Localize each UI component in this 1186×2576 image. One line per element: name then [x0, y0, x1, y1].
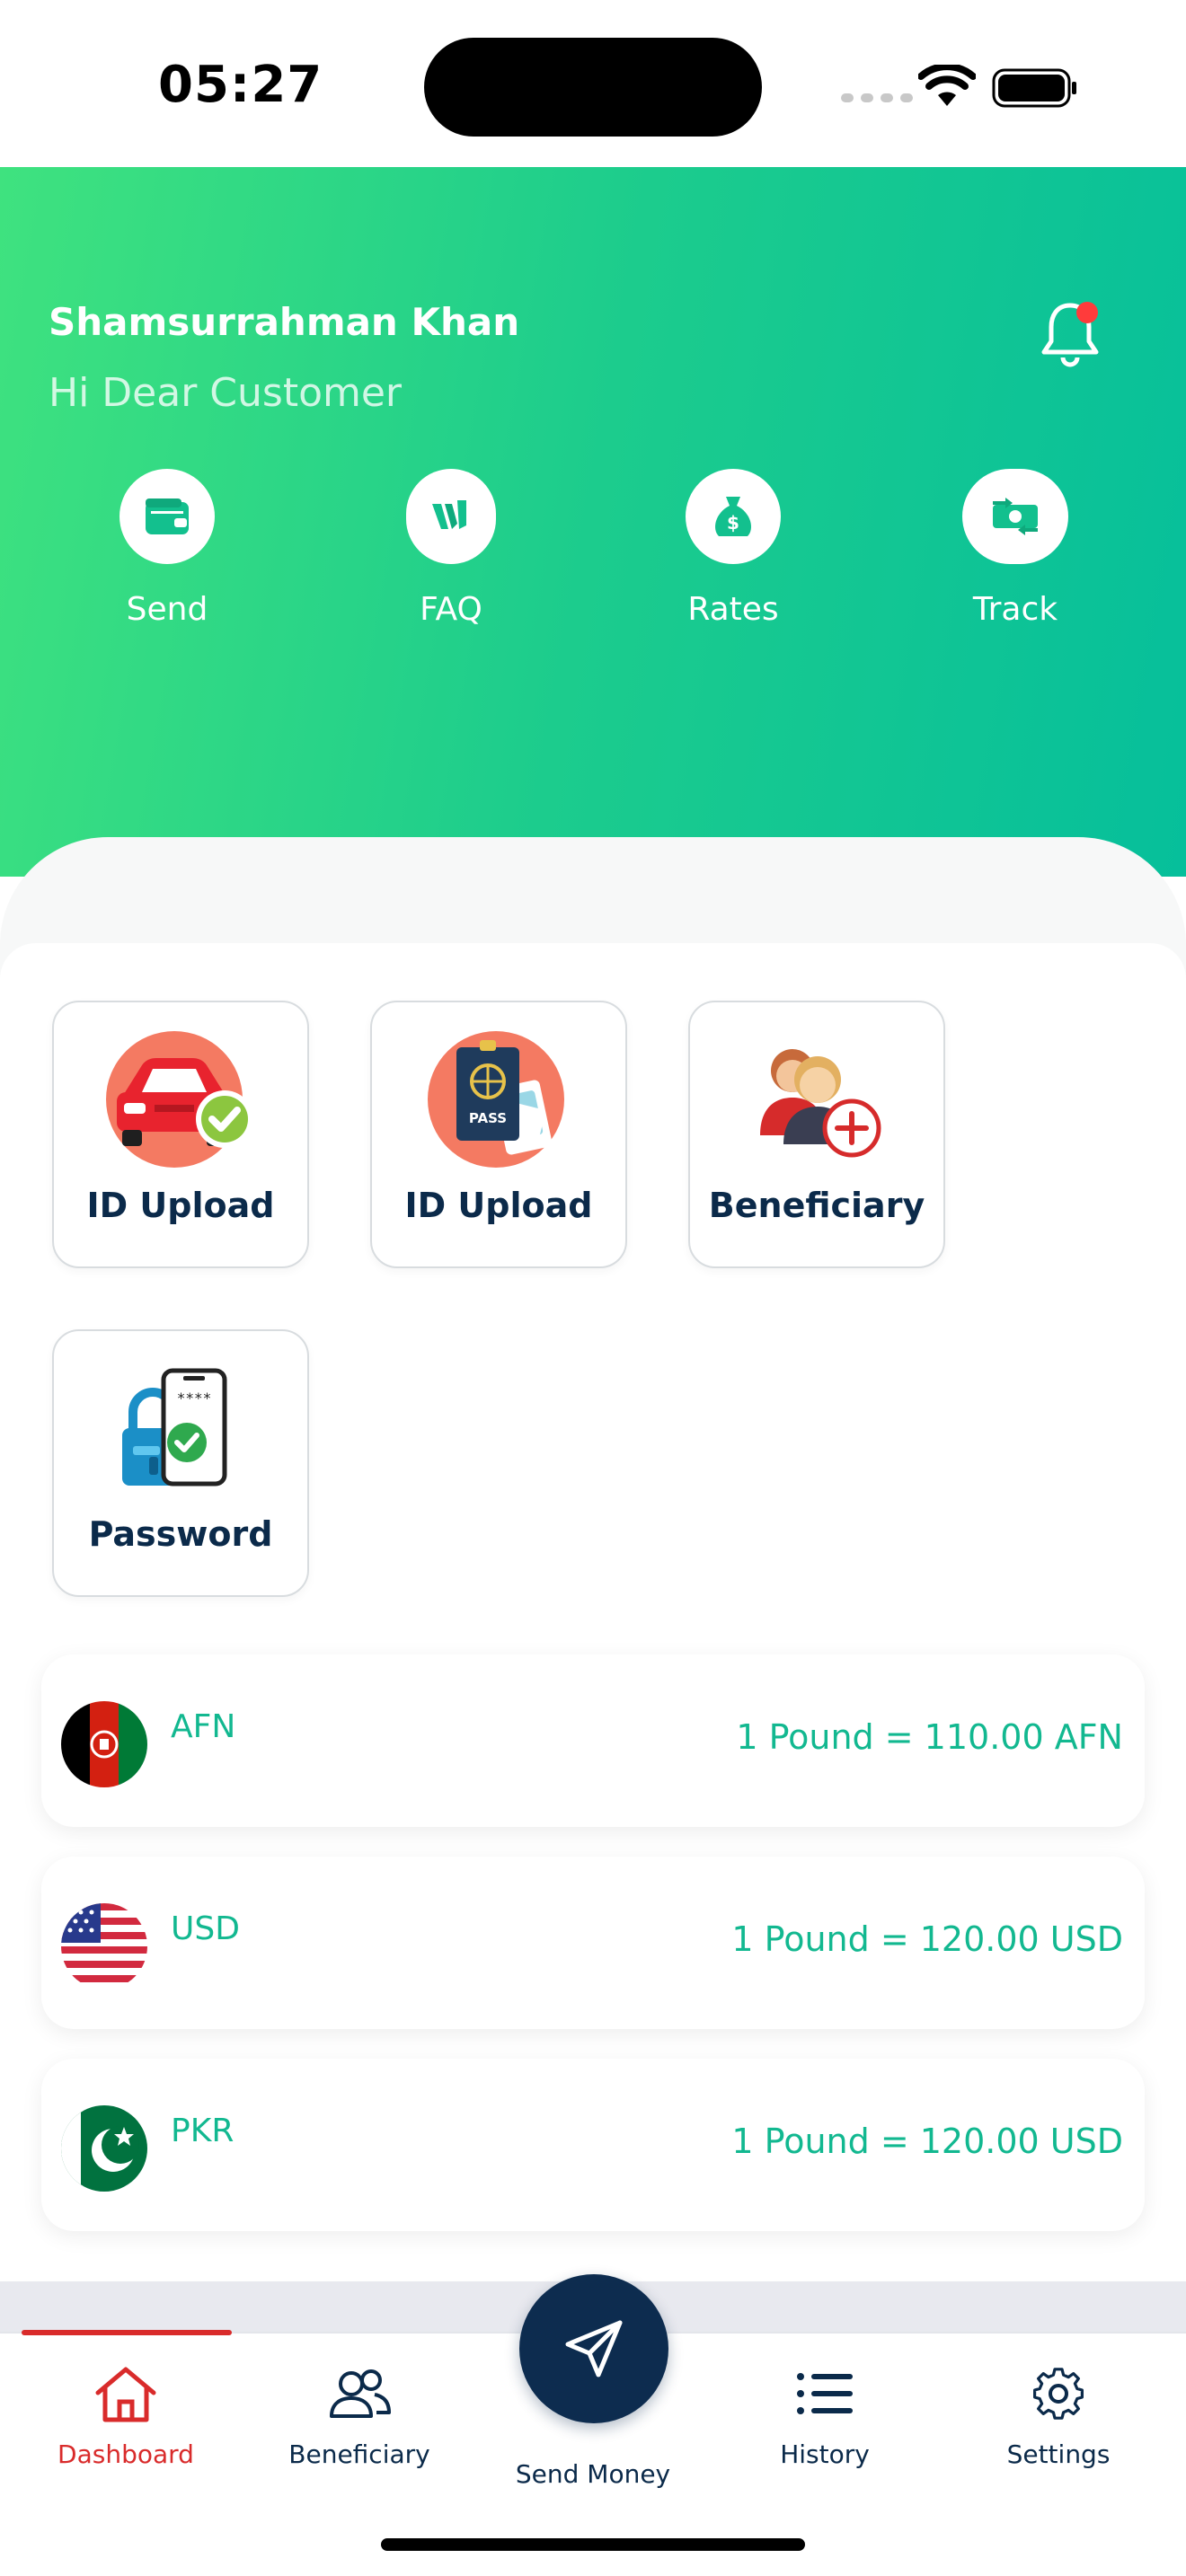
rate-card-afn[interactable]: AFN 1 Pound = 110.00 AFN	[41, 1654, 1145, 1827]
nav-label: Send Money	[515, 2459, 671, 2489]
nav-label: Dashboard	[58, 2439, 194, 2469]
svg-text:****: ****	[177, 1389, 212, 1407]
password-lock-icon: ****	[122, 1368, 227, 1486]
dynamic-island	[424, 38, 762, 137]
exchange-rate: 1 Pound = 110.00 AFN	[736, 1717, 1123, 1757]
status-bar: 05:27	[0, 0, 1186, 167]
battery-icon	[992, 68, 1076, 108]
dashboard-header: Shamsurrahman Khan Hi Dear Customer Send…	[0, 167, 1186, 877]
gear-icon	[1032, 2368, 1084, 2420]
greeting-text: Hi Dear Customer	[49, 370, 403, 416]
svg-text:$: $	[727, 512, 739, 534]
home-indicator	[381, 2538, 805, 2551]
status-time: 05:27	[158, 56, 323, 114]
tile-label: Beneficiary	[708, 1186, 925, 1225]
add-beneficiary-icon	[760, 1049, 881, 1158]
currency-code: AFN	[171, 1708, 236, 1745]
quick-action-faq[interactable]: FAQ	[361, 469, 541, 648]
list-icon	[797, 2373, 853, 2414]
tile-label: Password	[88, 1514, 273, 1554]
quick-action-label: Rates	[687, 591, 779, 628]
nav-beneficiary[interactable]: Beneficiary	[252, 2364, 467, 2469]
nav-history[interactable]: History	[717, 2364, 933, 2469]
passport-icon: PASS	[428, 1031, 564, 1168]
nav-send-money-label[interactable]: Send Money	[485, 2443, 701, 2489]
svg-text:PASS: PASS	[469, 1110, 507, 1126]
active-tab-indicator	[22, 2330, 232, 2335]
faq-icon	[406, 469, 496, 564]
quick-action-send[interactable]: Send	[77, 469, 257, 648]
exchange-rate: 1 Pound = 120.00 USD	[731, 1919, 1123, 1959]
wallet-icon	[119, 469, 215, 564]
quick-action-rates[interactable]: $ Rates	[643, 469, 823, 648]
currency-code: PKR	[171, 2113, 235, 2149]
tile-id-upload-passport[interactable]: PASS ID Upload	[370, 1001, 627, 1268]
notification-badge	[1076, 302, 1098, 323]
dashboard-content: ID Upload PASS ID Upload Beneficiary ***…	[0, 943, 1186, 2281]
tile-password[interactable]: **** Password	[52, 1329, 309, 1597]
tile-beneficiary[interactable]: Beneficiary	[688, 1001, 945, 1268]
nav-label: History	[780, 2439, 870, 2469]
afghanistan-flag-icon	[61, 1701, 147, 1787]
money-bag-icon: $	[686, 469, 781, 564]
quick-action-label: Track	[972, 591, 1058, 628]
rate-card-pkr[interactable]: PKR 1 Pound = 120.00 USD	[41, 2059, 1145, 2231]
tile-label: ID Upload	[404, 1186, 593, 1225]
currency-code: USD	[171, 1910, 240, 1947]
paper-plane-icon	[565, 2320, 623, 2378]
cellular-signal-icon	[841, 93, 913, 102]
rate-card-usd[interactable]: USD 1 Pound = 120.00 USD	[41, 1857, 1145, 2029]
quick-action-track[interactable]: Track	[925, 469, 1105, 648]
send-money-button[interactable]	[519, 2274, 668, 2423]
usa-flag-icon	[61, 1903, 147, 1989]
quick-action-label: Send	[126, 591, 208, 628]
wifi-icon	[918, 65, 976, 106]
driving-license-icon	[106, 1031, 253, 1168]
money-transfer-icon	[962, 469, 1068, 564]
nav-label: Beneficiary	[288, 2439, 430, 2469]
nav-dashboard[interactable]: Dashboard	[18, 2364, 234, 2469]
nav-label: Settings	[1006, 2439, 1111, 2469]
user-name: Shamsurrahman Khan	[49, 300, 520, 344]
tile-id-upload-license[interactable]: ID Upload	[52, 1001, 309, 1268]
tile-label: ID Upload	[86, 1186, 275, 1225]
exchange-rate: 1 Pound = 120.00 USD	[731, 2122, 1123, 2161]
home-icon	[95, 2367, 156, 2422]
pakistan-flag-icon	[61, 2105, 147, 2192]
users-icon	[330, 2369, 391, 2418]
quick-action-label: FAQ	[420, 591, 482, 628]
nav-settings[interactable]: Settings	[951, 2364, 1166, 2469]
